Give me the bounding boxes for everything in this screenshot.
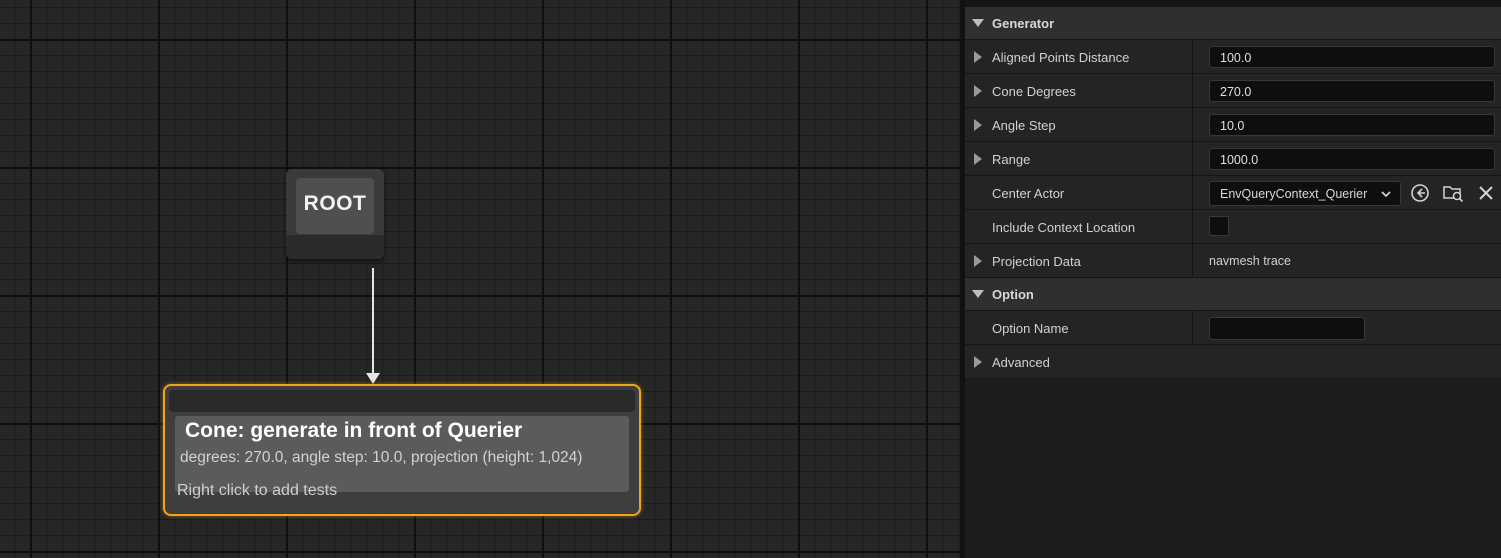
aligned-points-distance-input[interactable]: 100.0 bbox=[1209, 46, 1495, 68]
section-option-header[interactable]: Option bbox=[965, 278, 1501, 311]
property-row-cone-degrees: Cone Degrees 270.0 bbox=[965, 74, 1501, 108]
generator-node-title: Cone: generate in front of Querier bbox=[185, 419, 523, 442]
projection-data-value: navmesh trace bbox=[1209, 254, 1291, 268]
property-row-range: Range 1000.0 bbox=[965, 142, 1501, 176]
clear-icon[interactable] bbox=[1475, 182, 1497, 204]
property-row-center-actor: Center Actor EnvQueryContext_Querier bbox=[965, 176, 1501, 210]
root-node-label: ROOT bbox=[303, 192, 367, 215]
property-row-include-context-location: Include Context Location bbox=[965, 210, 1501, 244]
generator-node-input-pin[interactable] bbox=[169, 390, 635, 412]
graph-canvas[interactable]: ROOT Cone: generate in front of Querier … bbox=[0, 0, 960, 558]
property-label: Include Context Location bbox=[992, 220, 1136, 235]
include-context-location-checkbox[interactable] bbox=[1209, 216, 1229, 236]
generator-node[interactable]: Cone: generate in front of Querier degre… bbox=[163, 384, 641, 516]
collapse-arrow-icon[interactable] bbox=[972, 290, 984, 298]
generator-node-subtitle: degrees: 270.0, angle step: 10.0, projec… bbox=[180, 449, 583, 466]
property-label: Cone Degrees bbox=[992, 84, 1076, 99]
section-generator-title: Generator bbox=[992, 16, 1055, 31]
column-splitter[interactable] bbox=[1192, 311, 1193, 344]
property-row-projection-data: Projection Data navmesh trace bbox=[965, 244, 1501, 278]
property-label: Aligned Points Distance bbox=[992, 50, 1130, 65]
details-panel: Generator Aligned Points Distance 100.0 … bbox=[965, 0, 1501, 558]
center-actor-dropdown[interactable]: EnvQueryContext_Querier bbox=[1209, 181, 1401, 206]
expand-arrow-icon[interactable] bbox=[974, 85, 982, 97]
expand-arrow-icon[interactable] bbox=[974, 356, 982, 368]
section-generator-header[interactable]: Generator bbox=[965, 7, 1501, 40]
angle-step-input[interactable]: 10.0 bbox=[1209, 114, 1495, 136]
connector-arrow-icon bbox=[366, 373, 380, 384]
root-node-body: ROOT bbox=[296, 178, 374, 234]
property-label: Projection Data bbox=[992, 254, 1081, 269]
column-splitter[interactable] bbox=[1192, 108, 1193, 141]
section-option-title: Option bbox=[992, 287, 1034, 302]
browse-asset-icon[interactable] bbox=[1442, 182, 1464, 204]
expand-arrow-icon[interactable] bbox=[974, 51, 982, 63]
property-label: Option Name bbox=[992, 321, 1069, 336]
property-label: Angle Step bbox=[992, 118, 1056, 133]
property-row-advanced[interactable]: Advanced bbox=[965, 345, 1501, 379]
column-splitter[interactable] bbox=[1192, 40, 1193, 73]
center-actor-value: EnvQueryContext_Querier bbox=[1220, 187, 1368, 201]
property-row-aligned-points-distance: Aligned Points Distance 100.0 bbox=[965, 40, 1501, 74]
property-label: Advanced bbox=[992, 355, 1050, 370]
column-splitter[interactable] bbox=[1192, 210, 1193, 243]
range-input[interactable]: 1000.0 bbox=[1209, 148, 1495, 170]
connector-line bbox=[372, 268, 374, 376]
column-splitter[interactable] bbox=[1192, 176, 1193, 209]
expand-arrow-icon[interactable] bbox=[974, 153, 982, 165]
root-node[interactable]: ROOT bbox=[286, 169, 384, 259]
collapse-arrow-icon[interactable] bbox=[972, 19, 984, 27]
generator-node-body: Cone: generate in front of Querier degre… bbox=[175, 416, 629, 492]
property-row-angle-step: Angle Step 10.0 bbox=[965, 108, 1501, 142]
column-splitter[interactable] bbox=[1192, 142, 1193, 175]
column-splitter[interactable] bbox=[1192, 244, 1193, 277]
use-selected-icon[interactable] bbox=[1409, 182, 1431, 204]
cone-degrees-input[interactable]: 270.0 bbox=[1209, 80, 1495, 102]
expand-arrow-icon[interactable] bbox=[974, 255, 982, 267]
property-label: Center Actor bbox=[992, 186, 1065, 201]
generator-node-hint: Right click to add tests bbox=[177, 482, 338, 499]
property-row-option-name: Option Name bbox=[965, 311, 1501, 345]
column-splitter[interactable] bbox=[1192, 74, 1193, 107]
root-node-output-pin[interactable] bbox=[286, 235, 384, 259]
option-name-input[interactable] bbox=[1209, 317, 1365, 340]
details-topbar bbox=[965, 0, 1501, 7]
property-label: Range bbox=[992, 152, 1031, 167]
expand-arrow-icon[interactable] bbox=[974, 119, 982, 131]
